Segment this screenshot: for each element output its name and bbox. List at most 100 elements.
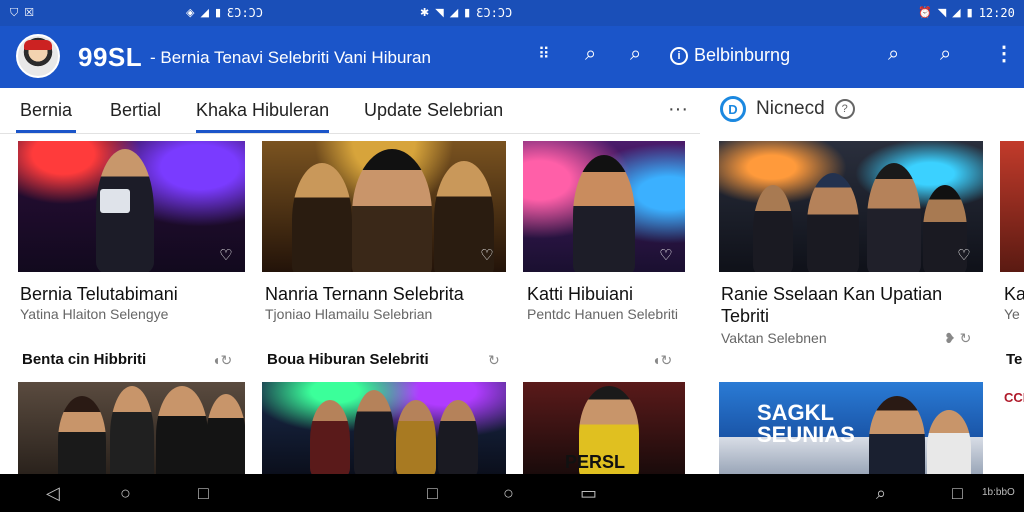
system-nav-bar: ◁ ○ □ □ ○ ▭ ⌕ □ 1b:bbO	[0, 474, 1024, 512]
app-logo[interactable]	[16, 34, 60, 78]
info-icon: i	[670, 46, 688, 65]
battery-icon: ▮	[214, 6, 221, 19]
section-head-2: Boua Hiburan Selebriti	[267, 351, 429, 368]
person-figure	[869, 396, 925, 474]
search-icon-4[interactable]: ⌕	[940, 44, 951, 64]
apps-grid-icon[interactable]: ⠿	[538, 47, 551, 63]
home-icon-2[interactable]: ○	[503, 483, 514, 503]
wifi-icon: ◥	[435, 6, 444, 19]
channel-badge[interactable]: D	[720, 96, 746, 122]
status-time-1: ƐƆ:ƆƆ	[227, 6, 264, 20]
card-title-2[interactable]: Nanria Ternann Selebrita	[265, 283, 505, 305]
person-figure	[753, 185, 793, 272]
person-figure	[58, 396, 106, 474]
help-icon[interactable]: ?	[834, 99, 855, 119]
battery-icon: ▮	[966, 6, 973, 19]
app-bar: 99SL - Bernia Tenavi Selebriti Vani Hibu…	[0, 26, 1024, 88]
card-subtitle-2: Tjoniao Hlamailu Selebrian	[265, 306, 433, 322]
status-seg-3: ⏰ ◥ ◢ ▮ 12:20	[918, 0, 1015, 26]
shield-icon: ⛉	[10, 6, 19, 19]
share-icon[interactable]: ↻	[488, 352, 500, 369]
card-subtitle-5: Ye	[1004, 306, 1020, 322]
person-figure	[807, 173, 859, 272]
search-icon-nav[interactable]: ⌕	[876, 483, 886, 503]
vibrate-icon: ◈	[186, 6, 195, 19]
signal-icon: ◢	[449, 6, 459, 19]
alarm-icon: ⏰	[918, 6, 932, 19]
share-icon[interactable]: ◖↻	[212, 352, 232, 369]
card-title-5[interactable]: Ka	[1004, 283, 1024, 305]
card-thumb-5[interactable]	[1000, 141, 1024, 272]
more-horiz-icon[interactable]: ···	[668, 98, 688, 121]
person-figure	[927, 410, 971, 474]
card-title-4[interactable]: Ranie Sselaan Kan Upatian Tebriti	[721, 283, 983, 327]
phone-shape	[100, 189, 130, 213]
favorite-icon[interactable]: ♡	[657, 248, 675, 264]
card-title-3[interactable]: Katti Hibuiani	[527, 283, 687, 305]
person-figure	[354, 390, 394, 474]
person-figure	[573, 155, 635, 272]
app-brand: 99SL	[78, 42, 143, 72]
card-thumb-1[interactable]: ♡	[18, 141, 245, 272]
status-bar: ⛉ ☒ ◈ ◢ ▮ ƐƆ:ƆƆ ✱ ◥ ◢ ▮ ƐƆ:ƆƆ ⏰ ◥ ◢ ▮ 12…	[0, 0, 1024, 26]
right-panel-header: D Nicnecd ?	[720, 96, 855, 122]
favorite-icon[interactable]: ♡	[955, 248, 973, 264]
card-thumb-7[interactable]	[262, 382, 506, 474]
card-thumb-3[interactable]: ♡	[523, 141, 685, 272]
recents-icon[interactable]: □	[198, 483, 209, 503]
status-seg-2: ✱ ◥ ◢ ▮ ƐƆ:ƆƆ	[420, 0, 512, 26]
card-thumb-4[interactable]: ♡	[719, 141, 983, 272]
poster-caption: PERSL	[565, 452, 626, 472]
person-figure	[438, 400, 478, 474]
tab-khaka-hibuleran[interactable]: Khaka Hibuleran	[196, 100, 330, 133]
recents-icon-2[interactable]: □	[427, 483, 438, 503]
back-icon[interactable]: ◁	[46, 483, 60, 503]
screen-icon[interactable]: ▭	[580, 483, 597, 503]
share-icon[interactable]: ❥ ↻	[944, 330, 971, 347]
person-figure	[206, 394, 245, 474]
bluetooth-icon: ✱	[420, 6, 430, 19]
card-thumb-6[interactable]	[18, 382, 245, 474]
wifi-icon: ◥	[937, 6, 947, 19]
right-panel-title: Nicnecd	[756, 98, 825, 119]
app-root: ⛉ ☒ ◈ ◢ ▮ ƐƆ:ƆƆ ✱ ◥ ◢ ▮ ƐƆ:ƆƆ ⏰ ◥ ◢ ▮ 12…	[0, 0, 1024, 512]
tab-bar: Bernia Bertial Khaka Hibuleran Update Se…	[0, 88, 700, 134]
search-icon-2[interactable]: ⌕	[630, 44, 641, 64]
person-figure	[396, 400, 436, 474]
card-thumb-9[interactable]: SAGKL SEUNIAS	[719, 382, 983, 474]
tab-indicator	[16, 130, 76, 133]
person-figure	[292, 163, 352, 272]
status-time-3: 12:20	[978, 6, 1015, 20]
favorite-icon[interactable]: ♡	[217, 248, 235, 264]
subscribe-button[interactable]: i Belbinburng	[670, 45, 790, 66]
home-icon[interactable]: ○	[120, 483, 131, 503]
nav-right-text: 1b:bbO	[982, 487, 1015, 498]
section-head-3: Te	[1006, 351, 1023, 368]
card-subtitle-1: Yatina Hlaiton Selengye	[20, 306, 169, 322]
card-thumb-2[interactable]: ♡	[262, 141, 506, 272]
search-icon[interactable]: ⌕	[585, 44, 596, 64]
news-caption: SAGKL SEUNIAS	[757, 400, 855, 447]
share-icon[interactable]: ◖↻	[652, 352, 672, 369]
signal-icon: ◢	[200, 6, 209, 19]
recents-icon-3[interactable]: □	[952, 483, 963, 503]
card-title-1[interactable]: Bernia Telutabimani	[20, 283, 245, 305]
subscribe-label: Belbinburng	[694, 45, 791, 65]
app-tagline: - Bernia Tenavi Selebriti Vani Hiburan	[150, 48, 431, 67]
status-time-2: ƐƆ:ƆƆ	[476, 6, 513, 20]
card-thumb-8[interactable]: PERSL	[523, 382, 685, 474]
person-figure	[867, 163, 921, 272]
more-vert-icon[interactable]: ⋮	[994, 44, 1014, 64]
person-figure	[156, 386, 208, 474]
person-figure	[310, 400, 350, 474]
person-figure	[110, 386, 154, 474]
battery-icon: ▮	[464, 6, 471, 19]
close-box-icon: ☒	[24, 6, 35, 19]
tab-bertial[interactable]: Bertial	[110, 100, 161, 121]
card-subtitle-3: Pentdc Hanuen Selebriti	[527, 306, 678, 322]
tab-bernia[interactable]: Bernia	[20, 100, 72, 121]
status-left-icons: ⛉ ☒	[10, 0, 34, 26]
favorite-icon[interactable]: ♡	[478, 248, 496, 264]
search-icon-3[interactable]: ⌕	[888, 44, 899, 64]
tab-update-selebrian[interactable]: Update Selebrian	[364, 100, 503, 121]
